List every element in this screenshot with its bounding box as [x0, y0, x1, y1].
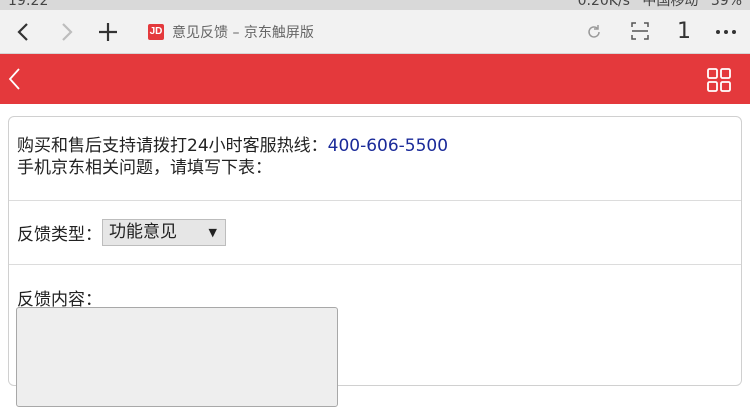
feedback-type-value: 功能意见: [109, 222, 177, 242]
status-indicators: 0.20K/s 中国移动 39%: [570, 0, 742, 8]
hotline-number-link[interactable]: 400-606-5500: [328, 136, 448, 156]
chevron-right-icon: [62, 23, 73, 41]
site-favicon: JD: [148, 24, 164, 40]
network-speed: 0.20K/s: [577, 0, 630, 9]
more-icon[interactable]: [714, 18, 738, 46]
chevron-left-icon: [8, 68, 20, 90]
refresh-icon[interactable]: [584, 22, 604, 42]
form-instruction: 手机京东相关问题，请填写下表：: [17, 158, 272, 178]
battery-level: 39%: [710, 0, 742, 9]
browser-forward-button[interactable]: [52, 18, 80, 46]
browser-toolbar: JD 意见反馈 – 京东触屏版 1: [0, 10, 750, 54]
page-title: 意见反馈 – 京东触屏版: [172, 25, 314, 41]
feedback-type-label: 反馈类型：: [17, 225, 102, 245]
dropdown-arrow-icon: ▼: [208, 226, 217, 239]
carrier-name: 中国移动: [642, 0, 699, 9]
page-header: [0, 54, 750, 104]
header-back-button[interactable]: [4, 66, 26, 92]
plus-icon: [99, 23, 117, 41]
feedback-form-card: 购买和售后支持请拨打24小时客服热线：400-606-5500 手机京东相关问题…: [8, 116, 742, 407]
feedback-content-textarea[interactable]: [16, 307, 338, 407]
tab-count-button[interactable]: 1: [676, 18, 692, 46]
notice-section: 购买和售后支持请拨打24小时客服热线：400-606-5500 手机京东相关问题…: [9, 117, 741, 201]
scan-icon[interactable]: [630, 21, 650, 41]
browser-back-button[interactable]: [10, 18, 38, 46]
hotline-notice-text: 购买和售后支持请拨打24小时客服热线：: [17, 136, 328, 156]
new-tab-button[interactable]: [94, 18, 122, 46]
status-time: 19:22: [8, 0, 49, 9]
feedback-type-select[interactable]: 功能意见 ▼: [102, 219, 226, 246]
address-bar[interactable]: JD 意见反馈 – 京东触屏版: [140, 16, 612, 48]
grid-icon[interactable]: [706, 67, 732, 93]
hotline-notice: 购买和售后支持请拨打24小时客服热线：400-606-5500: [17, 135, 741, 157]
chevron-left-icon: [17, 23, 28, 41]
feedback-type-section: 反馈类型： 功能意见 ▼: [9, 201, 741, 265]
status-bar: 19:22 0.20K/s 中国移动 39%: [0, 0, 750, 10]
feedback-content-section: 反馈内容：: [9, 265, 741, 407]
